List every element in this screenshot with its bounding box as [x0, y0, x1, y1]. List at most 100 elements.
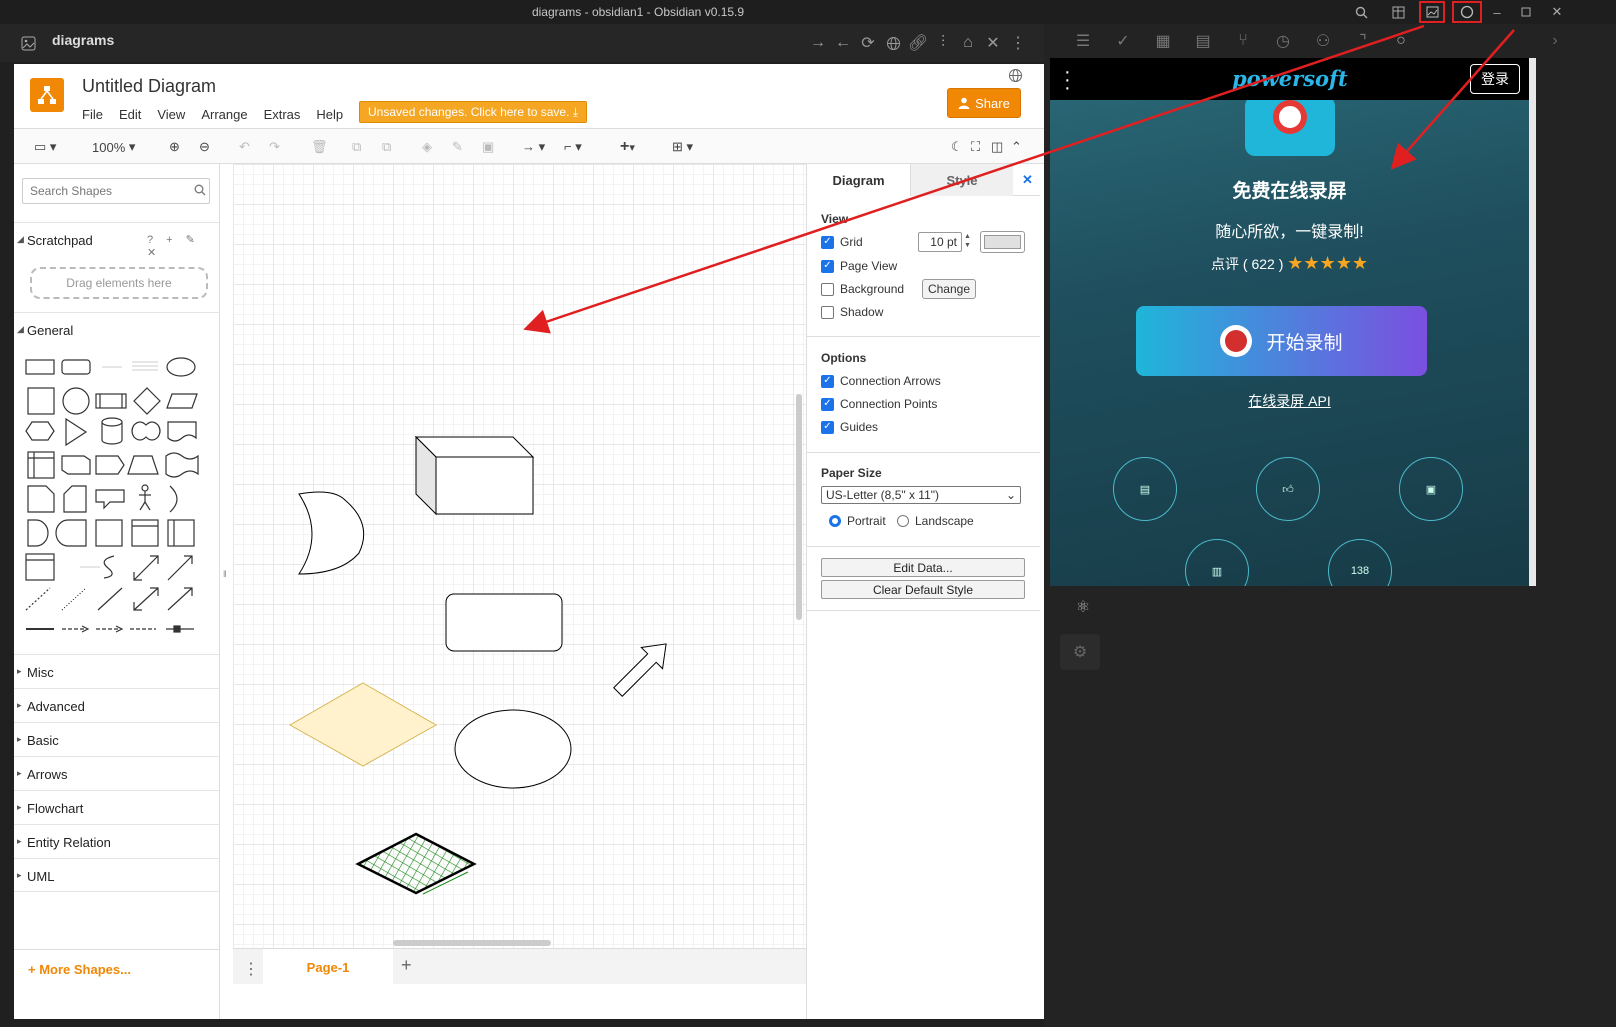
home-icon[interactable]: ⌂ [958, 33, 978, 53]
undo-icon[interactable]: ↶ [239, 137, 250, 157]
dark-mode-icon[interactable]: ☾ [951, 137, 963, 157]
to-front-icon[interactable]: ⧉ [352, 137, 361, 157]
add-page-icon[interactable]: + [401, 955, 412, 976]
collapse-icon[interactable]: ⌃ [1011, 137, 1022, 157]
sidebar-resize-handle[interactable]: ‖ [223, 569, 227, 579]
table-insert-icon[interactable]: ⊞ ▾ [672, 137, 693, 157]
section-flowchart[interactable]: ▸ Flowchart [14, 790, 220, 824]
grid-size-stepper[interactable]: ▲ ▼ [964, 232, 971, 250]
menu-help[interactable]: Help [316, 107, 343, 122]
web-scrollbar[interactable] [1529, 58, 1536, 586]
page-view-checkbox[interactable]: ✓ [821, 259, 834, 273]
zoom-select[interactable]: 100% ▾ [92, 137, 135, 157]
background-checkbox-row[interactable]: Background [821, 282, 904, 296]
diagram-title[interactable]: Untitled Diagram [82, 76, 216, 97]
start-recording-button[interactable]: 开始录制 [1136, 306, 1427, 376]
section-misc[interactable]: ▸ Misc [14, 654, 220, 688]
change-background-button[interactable]: Change [922, 279, 976, 299]
arrow-right-icon[interactable]: → [808, 33, 828, 53]
more-shapes-button[interactable]: + More Shapes... [14, 949, 220, 989]
zoom-in-icon[interactable]: ⊕ [169, 137, 180, 157]
section-scratchpad[interactable]: ◢ Scratchpad ? + ✎ ✕ [14, 222, 220, 259]
graph-icon[interactable]: ⚛ [1072, 596, 1094, 618]
background-checkbox[interactable] [821, 282, 834, 296]
search-icon[interactable] [194, 184, 206, 196]
screenshot-icon[interactable]: ▣ [1399, 457, 1463, 521]
waypoints-icon[interactable]: ⌐ ▾ [564, 137, 582, 157]
globe-icon[interactable] [883, 33, 903, 53]
close-tab-icon[interactable]: ✕ [983, 33, 1003, 53]
paper-size-select[interactable]: US-Letter (8,5" x 11") ⌄ [821, 486, 1021, 504]
settings-sliders-icon[interactable]: ⫶ [933, 33, 953, 53]
menu-edit[interactable]: Edit [119, 107, 141, 122]
arrow-shape[interactable] [607, 633, 676, 702]
tab-diagram[interactable]: Diagram [807, 164, 910, 196]
more-options-icon[interactable]: ⋮ [1008, 33, 1028, 53]
general-shapes-palette[interactable] [22, 352, 212, 642]
shadow-checkbox-row[interactable]: Shadow [821, 305, 883, 319]
arrow-left-icon[interactable]: ← [833, 33, 853, 53]
section-basic[interactable]: ▸ Basic [14, 722, 220, 756]
to-back-icon[interactable]: ⧉ [382, 137, 391, 157]
connection-points-row[interactable]: ✓ Connection Points [821, 397, 937, 411]
page-view-checkbox-row[interactable]: ✓ Page View [821, 259, 897, 273]
portrait-radio[interactable] [829, 515, 841, 527]
ellipse-shape[interactable] [454, 709, 572, 789]
vertical-scrollbar[interactable] [796, 394, 802, 620]
shadow-checkbox[interactable] [821, 305, 834, 319]
maximize-icon[interactable] [1515, 3, 1537, 21]
circle-icon[interactable] [1452, 1, 1482, 23]
section-general[interactable]: ◢ General [14, 312, 220, 346]
hatched-sketch-shape[interactable] [355, 832, 477, 895]
menu-arrange[interactable]: Arrange [201, 107, 247, 122]
minimize-icon[interactable]: – [1486, 3, 1508, 21]
decision-diamond-shape[interactable] [288, 682, 438, 767]
search-icon[interactable] [1350, 3, 1372, 21]
scratchpad-drop-area[interactable]: Drag elements here [30, 267, 208, 299]
diagram-shapes[interactable] [233, 164, 806, 948]
login-button[interactable]: 登录 [1470, 64, 1520, 94]
section-uml[interactable]: ▸ UML [14, 858, 220, 892]
menu-extras[interactable]: Extras [264, 107, 301, 122]
check-icon[interactable]: ✓ [1112, 30, 1134, 52]
connection-points-checkbox[interactable]: ✓ [821, 397, 834, 411]
tab-style[interactable]: Style [910, 164, 1013, 196]
menu-view[interactable]: View [157, 107, 185, 122]
clock-icon[interactable]: ◷ [1272, 30, 1294, 52]
chevron-right-icon[interactable]: › [1544, 30, 1566, 52]
grid-color-button[interactable] [980, 231, 1025, 253]
landscape-radio[interactable] [897, 515, 909, 527]
language-globe-icon[interactable] [1008, 68, 1023, 83]
guides-row[interactable]: ✓ Guides [821, 420, 878, 434]
settings-gear-icon[interactable]: ⚙ [1060, 634, 1100, 670]
section-arrows[interactable]: ▸ Arrows [14, 756, 220, 790]
insert-plus-icon[interactable]: + ▾ [620, 137, 635, 157]
horizontal-scrollbar[interactable] [393, 940, 551, 946]
redo-icon[interactable]: ↷ [269, 137, 280, 157]
close-window-icon[interactable]: ✕ [1546, 3, 1568, 21]
table-icon[interactable] [1387, 3, 1409, 21]
grid-size-input[interactable]: 10 pt [918, 232, 962, 252]
menu-dots-icon[interactable]: · · · [1064, 62, 1071, 98]
unsaved-changes-button[interactable]: Unsaved changes. Click here to save. ⤓ [359, 101, 588, 123]
people-icon[interactable]: ⚇ [1312, 30, 1334, 52]
section-advanced[interactable]: ▸ Advanced [14, 688, 220, 722]
books-icon[interactable]: ▥ [1185, 539, 1249, 586]
grid-checkbox[interactable]: ✓ [821, 235, 834, 249]
fullscreen-icon[interactable]: ⛶ [971, 137, 980, 157]
portrait-radio-row[interactable]: Portrait [829, 514, 886, 528]
table-view-icon[interactable]: ▤ [1192, 30, 1214, 52]
line-color-icon[interactable]: ✎ [452, 137, 463, 157]
page-tab[interactable]: Page-1 [263, 949, 393, 985]
search-shapes-input[interactable]: Search Shapes [22, 178, 210, 204]
section-entity-relation[interactable]: ▸ Entity Relation [14, 824, 220, 858]
menu-file[interactable]: File [82, 107, 103, 122]
edit-data-button[interactable]: Edit Data... [821, 558, 1025, 577]
powersoft-logo[interactable]: powersoft [1232, 66, 1348, 91]
circle-tab-icon[interactable]: ○ [1390, 30, 1412, 52]
grid-checkbox-row[interactable]: ✓ Grid [821, 235, 863, 249]
fill-color-icon[interactable]: ◈ [422, 137, 432, 157]
format-panel-icon[interactable]: ◫ [991, 137, 1003, 157]
connection-arrows-row[interactable]: ✓ Connection Arrows [821, 374, 941, 388]
guides-checkbox[interactable]: ✓ [821, 420, 834, 434]
